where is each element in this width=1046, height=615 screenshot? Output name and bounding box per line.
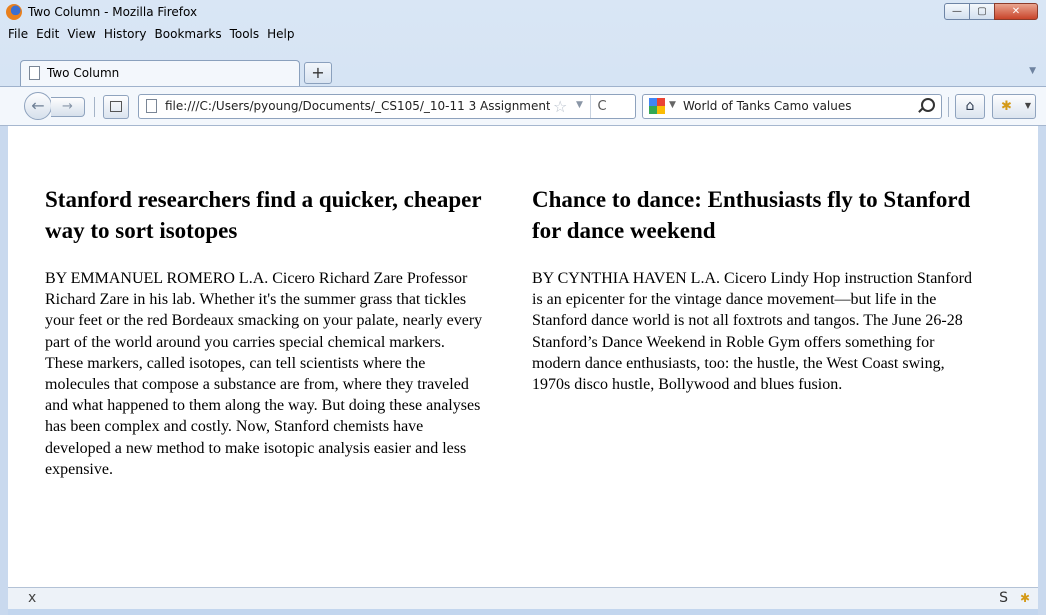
back-forward-group: ← →: [24, 92, 88, 120]
menu-history[interactable]: History: [104, 27, 147, 41]
title-bar: Two Column - Mozilla Firefox — ▢ ✕: [0, 0, 1046, 24]
back-button[interactable]: ←: [24, 92, 52, 120]
toolbar-separator: [948, 97, 949, 117]
tab-bar: Two Column + ▼: [0, 44, 1046, 86]
google-icon[interactable]: [649, 98, 665, 114]
close-button[interactable]: ✕: [994, 3, 1038, 20]
url-input[interactable]: file:///C:/Users/pyoung/Documents/_CS105…: [165, 99, 550, 113]
article-headline: Chance to dance: Enthusiasts fly to Stan…: [532, 187, 971, 243]
minimize-button[interactable]: —: [944, 3, 970, 20]
maximize-button[interactable]: ▢: [969, 3, 995, 20]
close-icon[interactable]: x: [28, 590, 36, 606]
menu-bookmarks[interactable]: Bookmarks: [155, 27, 222, 41]
star-icon[interactable]: ☆: [553, 97, 567, 116]
home-button[interactable]: ⌂: [955, 94, 985, 119]
window-frame-right: [1038, 126, 1046, 615]
bee-icon: ✱: [1001, 99, 1012, 114]
tab-two-column[interactable]: Two Column: [20, 60, 300, 86]
navigation-toolbar: ← → file:///C:/Users/pyoung/Documents/_C…: [0, 86, 1046, 126]
chevron-down-icon: ▼: [1024, 101, 1031, 110]
forward-button[interactable]: →: [51, 97, 85, 117]
browser-window: Two Column - Mozilla Firefox — ▢ ✕ File …: [0, 0, 1046, 615]
firefox-logo-icon[interactable]: [6, 4, 22, 20]
article-column-left: Stanford researchers find a quicker, che…: [45, 184, 485, 480]
article-body: BY CYNTHIA HAVEN L.A. Cicero Lindy Hop i…: [532, 270, 972, 394]
search-engine-dropdown-icon[interactable]: ▼: [669, 100, 676, 110]
panorama-button[interactable]: [103, 95, 129, 119]
menu-edit[interactable]: Edit: [36, 27, 59, 41]
search-bar[interactable]: ▼ World of Tanks Camo values: [642, 94, 942, 119]
url-bar[interactable]: file:///C:/Users/pyoung/Documents/_CS105…: [138, 94, 636, 119]
window-frame-left: [0, 126, 8, 615]
reload-button[interactable]: C: [590, 95, 613, 118]
menu-tools[interactable]: Tools: [230, 27, 260, 41]
tab-label: Two Column: [47, 66, 120, 80]
search-input[interactable]: World of Tanks Camo values: [683, 99, 852, 113]
menu-view[interactable]: View: [67, 27, 95, 41]
menu-file[interactable]: File: [8, 27, 28, 41]
page-icon: [146, 99, 157, 113]
extension-button[interactable]: ✱ ▼: [992, 94, 1036, 119]
new-tab-button[interactable]: +: [304, 62, 332, 84]
panorama-icon: [110, 101, 122, 112]
window-title: Two Column - Mozilla Firefox: [28, 5, 198, 19]
page-content: Stanford researchers find a quicker, che…: [8, 126, 1038, 587]
menu-bar: File Edit View History Bookmarks Tools H…: [0, 24, 1046, 44]
toolbar-separator: [94, 97, 95, 117]
tab-list-arrow-icon[interactable]: ▼: [1029, 66, 1036, 76]
url-dropdown-icon[interactable]: ▼: [576, 100, 583, 110]
page-icon: [29, 66, 40, 80]
bee-icon[interactable]: ✱: [1020, 591, 1030, 605]
article-body: BY EMMANUEL ROMERO L.A. Cicero Richard Z…: [45, 270, 483, 478]
status-bar: x S ✱: [8, 587, 1038, 609]
article-column-right: Chance to dance: Enthusiasts fly to Stan…: [532, 184, 972, 395]
magnifier-icon[interactable]: [921, 98, 935, 112]
s-icon[interactable]: S: [999, 590, 1008, 606]
article-headline: Stanford researchers find a quicker, che…: [45, 187, 482, 243]
window-controls: — ▢ ✕: [944, 3, 1038, 20]
menu-help[interactable]: Help: [267, 27, 294, 41]
